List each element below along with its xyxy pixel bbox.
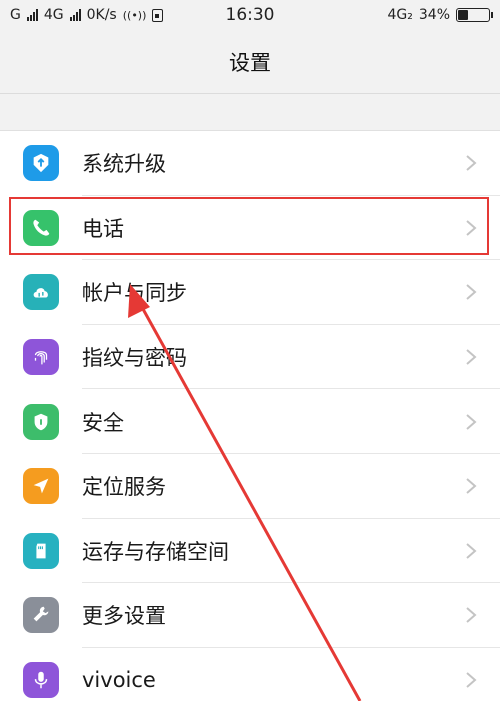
settings-item-label: vivoice xyxy=(82,668,156,693)
wrench-icon xyxy=(23,597,59,634)
settings-item-location[interactable]: 定位服务 xyxy=(0,454,500,519)
net-speed: 0K/s xyxy=(86,7,117,23)
shield-icon xyxy=(23,403,59,440)
settings-item-security[interactable]: 安全 xyxy=(0,389,500,454)
settings-item-label: 系统升级 xyxy=(82,152,166,177)
chevron-right-icon xyxy=(464,541,478,561)
settings-item-account-sync[interactable]: 帐户与同步 xyxy=(0,260,500,325)
chevron-right-icon xyxy=(464,412,478,432)
page-title: 设置 xyxy=(229,50,271,75)
battery-percent: 34% xyxy=(418,7,450,23)
status-right: 4G₂ 34% xyxy=(387,7,493,23)
chevron-right-icon xyxy=(464,153,478,173)
settings-item-vivoice[interactable]: vivoice xyxy=(0,648,500,701)
settings-item-label: 电话 xyxy=(82,216,124,241)
storage-icon xyxy=(23,532,59,569)
settings-item-label: 更多设置 xyxy=(82,604,166,629)
sim-icon xyxy=(152,8,164,22)
signal-icon xyxy=(26,9,38,21)
settings-screen: G 4G 0K/s ((•)) 4G₂ 34% 16:30 设置 系统升级 电话… xyxy=(0,0,500,701)
settings-list: 系统升级 电话 帐户与同步 指纹与密码 安全 定位服务 运存与存储空间 更多设置… xyxy=(0,130,500,701)
battery-icon xyxy=(456,8,493,22)
network-type: 4G₂ xyxy=(387,7,413,23)
cloud-sync-icon xyxy=(23,274,59,311)
chevron-right-icon xyxy=(464,282,478,302)
status-bar: G 4G 0K/s ((•)) 4G₂ 34% 16:30 xyxy=(0,0,500,30)
fingerprint-icon xyxy=(23,339,59,376)
settings-item-more-settings[interactable]: 更多设置 xyxy=(0,583,500,648)
system-update-icon xyxy=(23,145,59,182)
hotspot-icon: ((•)) xyxy=(122,8,147,22)
microphone-icon xyxy=(23,662,59,699)
settings-item-storage[interactable]: 运存与存储空间 xyxy=(0,519,500,584)
location-icon xyxy=(23,468,59,505)
settings-item-phone[interactable]: 电话 xyxy=(0,196,500,261)
settings-item-fingerprint-password[interactable]: 指纹与密码 xyxy=(0,325,500,390)
chevron-right-icon xyxy=(464,476,478,496)
page-title-bar: 设置 xyxy=(0,30,500,94)
chevron-right-icon xyxy=(464,670,478,690)
chevron-right-icon xyxy=(464,605,478,625)
settings-item-label: 定位服务 xyxy=(82,475,166,500)
settings-item-system-update[interactable]: 系统升级 xyxy=(0,131,500,196)
settings-item-label: 安全 xyxy=(82,410,124,435)
settings-item-label: 指纹与密码 xyxy=(82,346,187,371)
carrier1-label: G xyxy=(10,7,21,23)
chevron-right-icon xyxy=(464,218,478,238)
phone-icon xyxy=(23,209,59,246)
settings-item-label: 帐户与同步 xyxy=(82,281,187,306)
chevron-right-icon xyxy=(464,347,478,367)
status-left: G 4G 0K/s ((•)) xyxy=(10,7,164,23)
settings-item-label: 运存与存储空间 xyxy=(82,539,229,564)
carrier2-label: 4G xyxy=(43,7,64,23)
signal-icon-2 xyxy=(69,9,81,21)
